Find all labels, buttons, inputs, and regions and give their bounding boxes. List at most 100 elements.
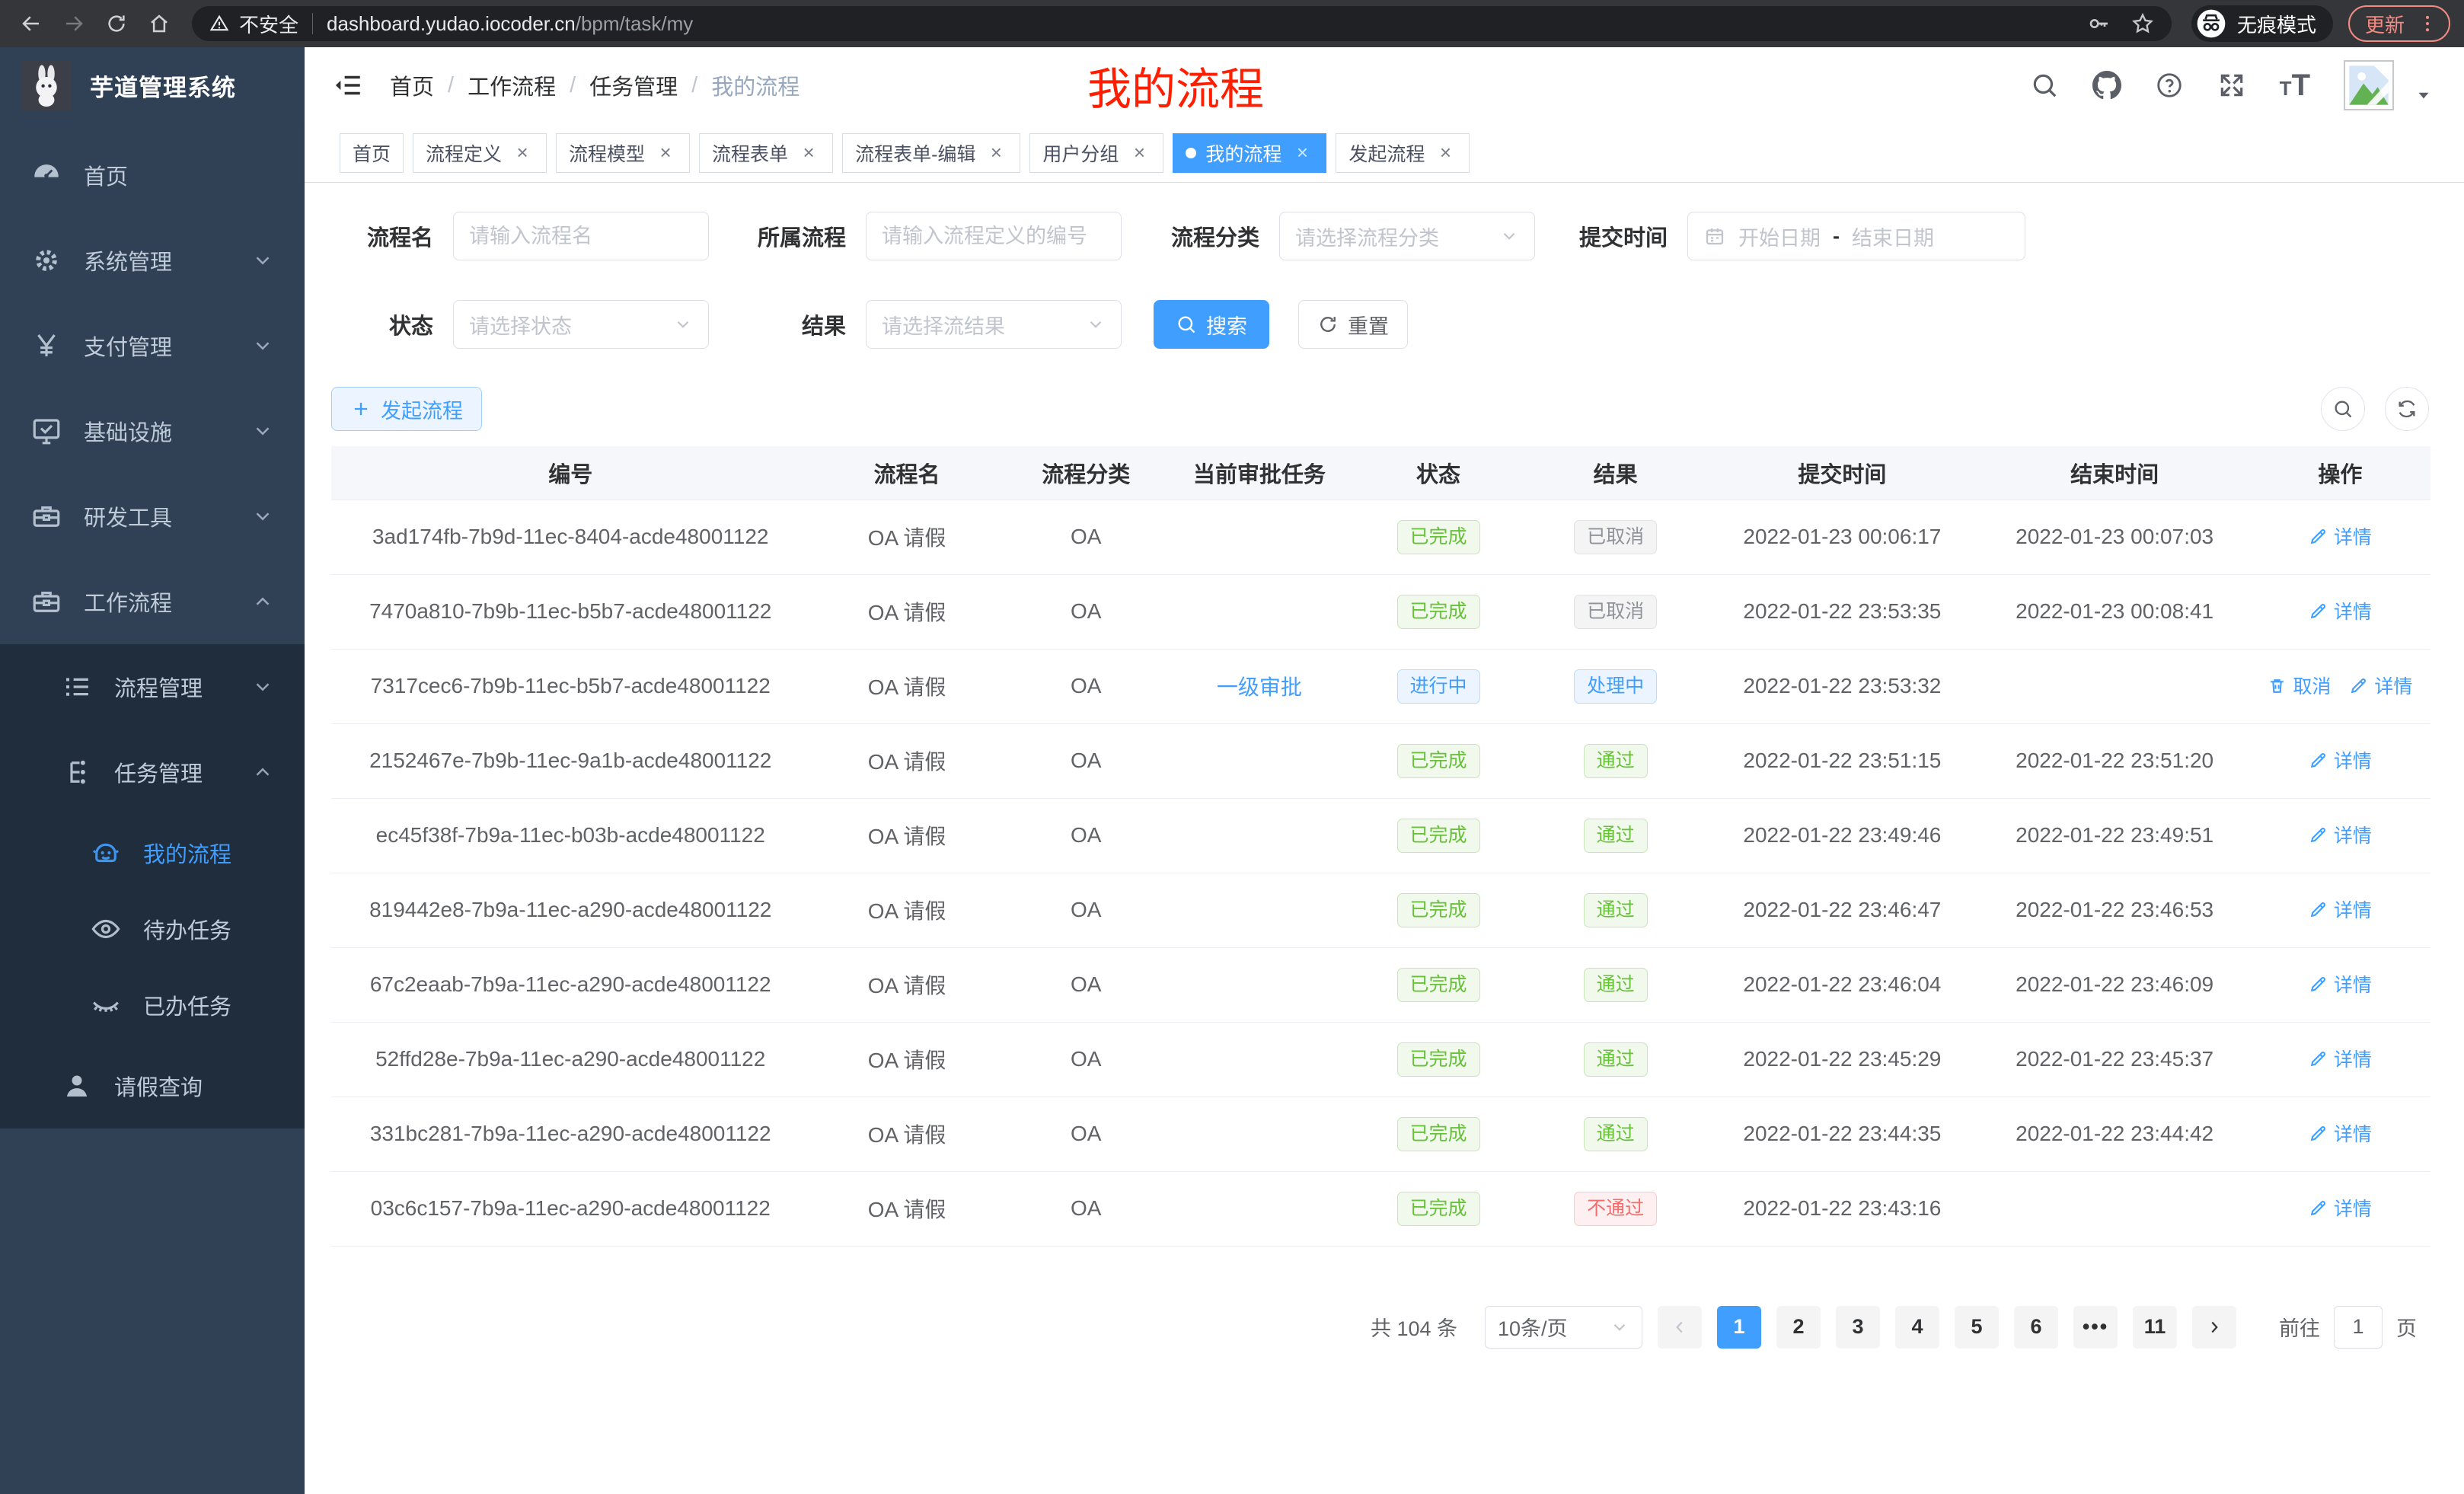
action-detail-link[interactable]: 详情 <box>2309 970 2372 998</box>
sidebar-item-4[interactable]: 研发工具 <box>0 474 305 559</box>
tab-5[interactable]: 用户分组× <box>1029 133 1163 173</box>
sidebar-item-label: 工作流程 <box>84 586 172 618</box>
close-icon[interactable]: × <box>511 142 534 164</box>
action-detail-link[interactable]: 详情 <box>2309 821 2372 848</box>
tab-7[interactable]: 发起流程× <box>1336 133 1470 173</box>
sidebar-item-11[interactable]: 请假查询 <box>0 1043 305 1128</box>
address-bar[interactable]: 不安全 dashboard.yudao.iocoder.cn /bpm/task… <box>192 6 2172 41</box>
cell-result: 处理中 <box>1526 649 1705 723</box>
page-button-2[interactable]: 2 <box>1776 1306 1821 1349</box>
monitor-icon <box>30 415 62 447</box>
close-icon[interactable]: × <box>797 142 820 164</box>
action-detail-link[interactable]: 详情 <box>2309 597 2372 624</box>
close-icon[interactable]: × <box>1128 142 1151 164</box>
browser-back-button[interactable] <box>14 6 49 41</box>
search-icon[interactable] <box>2030 71 2059 100</box>
cell-result: 通过 <box>1526 1022 1705 1097</box>
close-icon[interactable]: × <box>654 142 677 164</box>
action-detail-link[interactable]: 详情 <box>2309 1119 2372 1147</box>
task-link[interactable]: 一级审批 <box>1217 675 1302 699</box>
action-cancel-link[interactable]: 取消 <box>2268 672 2331 699</box>
prev-page-button[interactable] <box>1658 1306 1702 1349</box>
cell-category: OA <box>1004 500 1168 574</box>
sidebar-item-3[interactable]: 基础设施 <box>0 388 305 474</box>
goto-page-input[interactable] <box>2334 1306 2383 1349</box>
end-date-placeholder: 结束日期 <box>1852 222 1934 251</box>
page-size-select[interactable]: 10条/页 <box>1485 1306 1642 1349</box>
bookmark-star-icon[interactable] <box>2130 11 2155 36</box>
process-definition-input[interactable] <box>866 212 1122 260</box>
create-process-button[interactable]: 发起流程 <box>331 387 482 431</box>
cell-end-time: 2022-01-22 23:49:51 <box>1980 798 2250 873</box>
sidebar-item-2[interactable]: 支付管理 <box>0 303 305 388</box>
sidebar-item-1[interactable]: 系统管理 <box>0 218 305 303</box>
sidebar-item-5[interactable]: 工作流程 <box>0 559 305 644</box>
browser-reload-button[interactable] <box>99 6 134 41</box>
sidebar-item-7[interactable]: 任务管理 <box>0 729 305 815</box>
page-button-3[interactable]: 3 <box>1836 1306 1880 1349</box>
page-button-5[interactable]: 5 <box>1955 1306 1999 1349</box>
action-detail-link[interactable]: 详情 <box>2309 895 2372 923</box>
cell-process-name: OA 请假 <box>809 1022 1004 1097</box>
table-row: 819442e8-7b9a-11ec-a290-acde48001122OA 请… <box>331 873 2430 947</box>
sidebar-item-0[interactable]: 首页 <box>0 132 305 218</box>
process-name-input[interactable] <box>453 212 709 260</box>
table-row: 67c2eaab-7b9a-11ec-a290-acde48001122OA 请… <box>331 947 2430 1022</box>
table-search-button[interactable] <box>2321 387 2365 431</box>
password-key-icon[interactable] <box>2086 11 2111 36</box>
search-button[interactable]: 搜索 <box>1154 300 1269 349</box>
reset-button[interactable]: 重置 <box>1298 300 1408 349</box>
chevron-down-icon <box>1499 226 1519 246</box>
breadcrumb-workflow[interactable]: 工作流程 <box>468 69 556 101</box>
action-detail-link[interactable]: 详情 <box>2309 1045 2372 1072</box>
action-detail-link[interactable]: 详情 <box>2309 746 2372 774</box>
browser-forward-button[interactable] <box>56 6 91 41</box>
fullscreen-icon[interactable] <box>2217 71 2246 100</box>
cell-actions: 详情 <box>2250 1022 2430 1097</box>
cell-status: 已完成 <box>1351 947 1526 1022</box>
date-range-picker[interactable]: 开始日期 - 结束日期 <box>1687 212 2025 260</box>
sidebar-item-label: 任务管理 <box>114 756 203 788</box>
action-detail-link[interactable]: 详情 <box>2309 1194 2372 1221</box>
browser-update-button[interactable]: 更新 <box>2348 5 2450 42</box>
page-button-1[interactable]: 1 <box>1717 1306 1761 1349</box>
close-icon[interactable]: × <box>1434 142 1457 164</box>
table-refresh-button[interactable] <box>2385 387 2429 431</box>
pagination-ellipsis[interactable]: ••• <box>2073 1306 2118 1349</box>
result-select[interactable]: 请选择流结果 <box>866 300 1122 349</box>
browser-menu-icon[interactable] <box>2417 13 2438 34</box>
sidebar-item-9[interactable]: 待办任务 <box>0 891 305 967</box>
avatar[interactable] <box>2344 60 2394 110</box>
breadcrumb-task[interactable]: 任务管理 <box>589 69 678 101</box>
avatar-caret-icon[interactable] <box>2414 85 2434 105</box>
close-icon[interactable]: × <box>1291 142 1313 164</box>
browser-home-button[interactable] <box>142 6 177 41</box>
sidebar-item-8[interactable]: 我的流程 <box>0 815 305 891</box>
filter-status-label: 状态 <box>331 308 453 340</box>
page-button-4[interactable]: 4 <box>1895 1306 1939 1349</box>
category-select[interactable]: 请选择流程分类 <box>1279 212 1535 260</box>
tab-6[interactable]: 我的流程× <box>1173 133 1326 173</box>
sidebar-item-6[interactable]: 流程管理 <box>0 644 305 729</box>
sidebar-item-10[interactable]: 已办任务 <box>0 967 305 1043</box>
github-icon[interactable] <box>2092 71 2121 100</box>
sidebar-collapse-icon[interactable] <box>332 69 364 101</box>
action-detail-link[interactable]: 详情 <box>2349 672 2412 699</box>
page-button-11[interactable]: 11 <box>2133 1306 2177 1349</box>
help-icon[interactable] <box>2155 71 2184 100</box>
sidebar-item-label: 流程管理 <box>114 671 203 703</box>
font-size-icon[interactable]: TT <box>2280 69 2310 103</box>
tab-4[interactable]: 流程表单-编辑× <box>842 133 1020 173</box>
tab-3[interactable]: 流程表单× <box>699 133 833 173</box>
tab-0[interactable]: 首页 <box>340 133 404 173</box>
next-page-button[interactable] <box>2192 1306 2236 1349</box>
tab-1[interactable]: 流程定义× <box>413 133 547 173</box>
breadcrumb-home[interactable]: 首页 <box>390 69 434 101</box>
cell-submit-time: 2022-01-22 23:44:35 <box>1705 1097 1979 1171</box>
page-button-6[interactable]: 6 <box>2014 1306 2058 1349</box>
sidebar-item-label: 我的流程 <box>143 837 231 869</box>
close-icon[interactable]: × <box>985 142 1007 164</box>
action-detail-link[interactable]: 详情 <box>2309 522 2372 550</box>
tab-2[interactable]: 流程模型× <box>556 133 690 173</box>
status-select[interactable]: 请选择状态 <box>453 300 709 349</box>
